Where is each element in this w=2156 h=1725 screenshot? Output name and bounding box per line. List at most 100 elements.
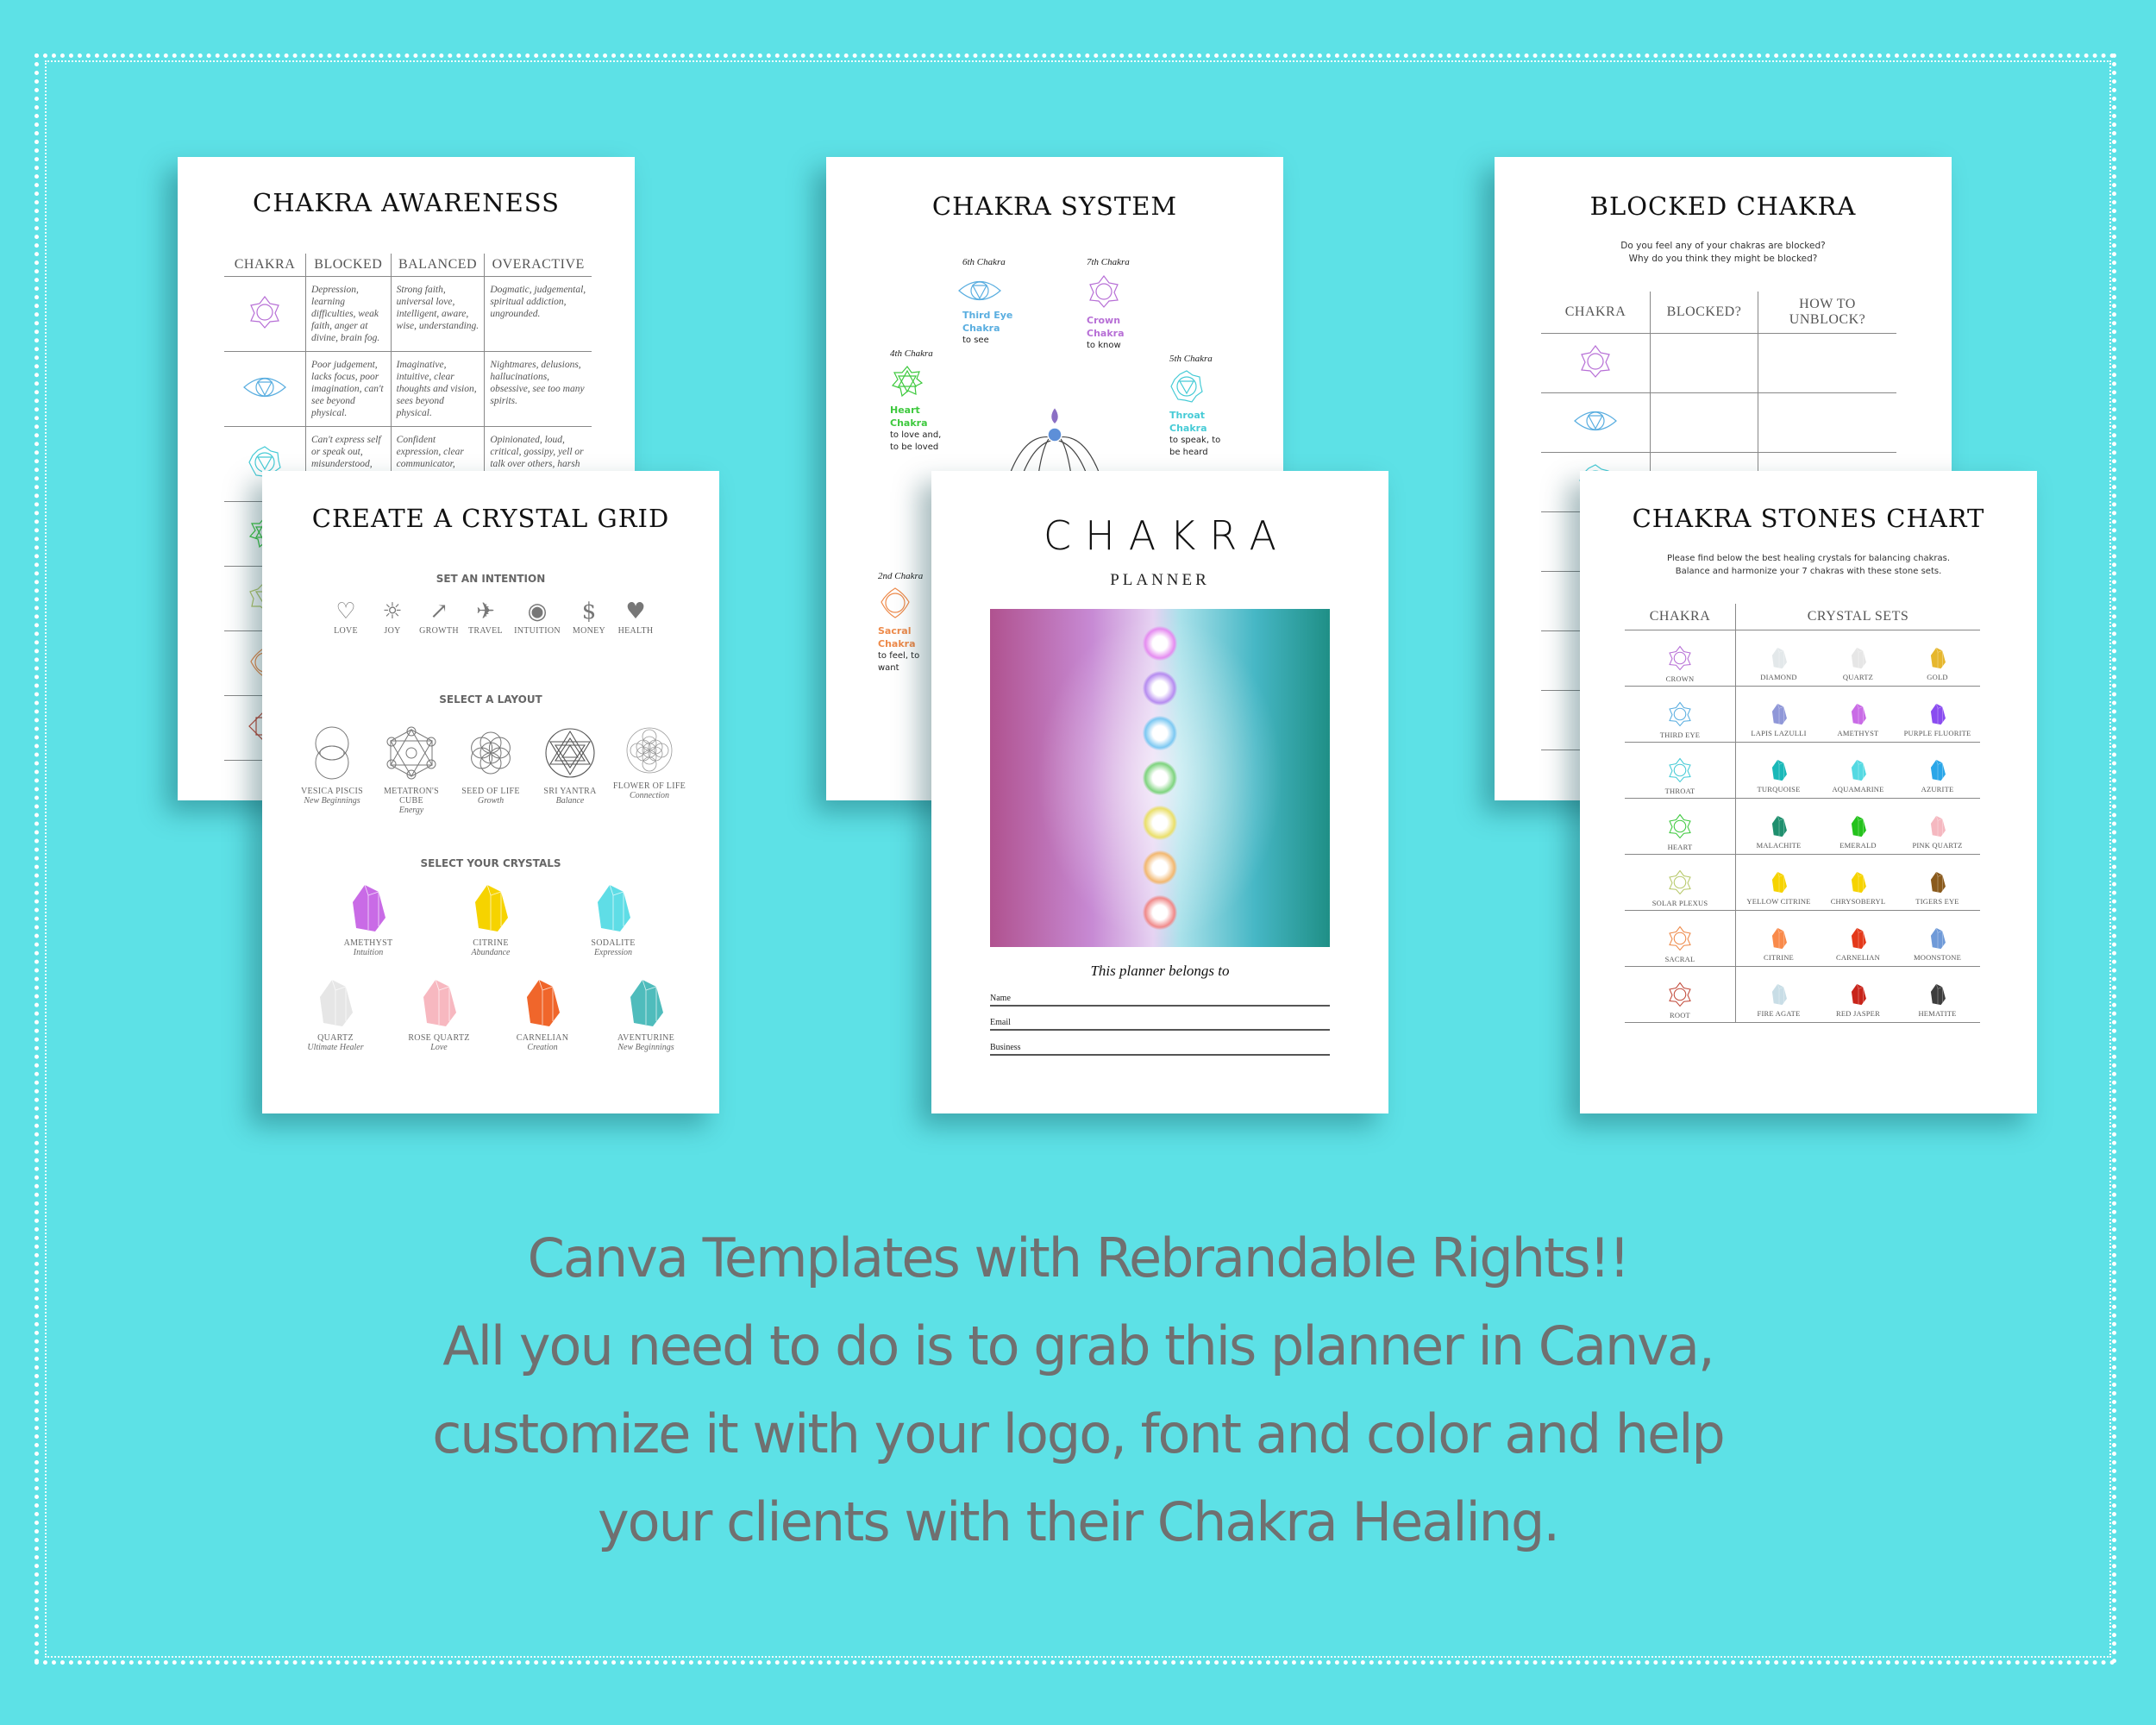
stone-gem-icon [1845, 647, 1872, 669]
page-chakra-stones-chart: CHAKRA STONES CHART Please find below th… [1580, 471, 2037, 1113]
business-field[interactable]: Business [990, 1043, 1330, 1056]
email-field[interactable]: Email [990, 1018, 1330, 1031]
layout-flower-of-life[interactable]: FLOWER OF LIFE Connection [611, 726, 687, 815]
unblock-input-cell[interactable] [1758, 392, 1896, 453]
crystal-gem-icon [420, 978, 458, 1028]
crystal-gem-icon [349, 883, 387, 933]
overactive-cell: Dogmatic, judgemental, spiritual addicti… [484, 276, 592, 352]
column-header: CHAKRA [1541, 292, 1651, 334]
heart-icon: ♡ [335, 599, 356, 624]
belongs-to-label: This planner belongs to [1090, 963, 1230, 979]
table-row: Poor judgement, lacks focus, poor imagin… [224, 351, 592, 427]
stone-item: DIAMOND [1739, 647, 1819, 681]
chakra-number: 7th Chakra [1087, 257, 1130, 267]
crystal-item[interactable]: CARNELIAN Creation [491, 978, 594, 1052]
cover-title: CHAKRA [1044, 512, 1290, 559]
stone-item: EMERALD [1819, 815, 1898, 850]
column-header: CRYSTAL SETS [1735, 604, 1980, 630]
stone-item: CHRYSOBERYL [1819, 871, 1898, 906]
stone-label: QUARTZ [1842, 673, 1874, 681]
stone-item: FIRE AGATE [1739, 983, 1819, 1018]
seed-of-life-icon [471, 731, 511, 775]
column-header: HOW TO UNBLOCK? [1758, 292, 1896, 334]
crystal-gem-icon [317, 978, 354, 1028]
stone-item: CARNELIAN [1819, 927, 1898, 962]
chakra-orb [1143, 716, 1177, 750]
chakra-desc: to feel, to want [878, 651, 920, 673]
blocked-input-cell[interactable] [1650, 333, 1758, 393]
chakra-label: HEART [1667, 843, 1693, 851]
stone-label: CITRINE [1764, 953, 1794, 962]
intention-intuition[interactable]: ◉ INTUITION [511, 597, 563, 636]
crystal-item[interactable]: AVENTURINE New Beginnings [594, 978, 698, 1052]
page-title: CHAKRA SYSTEM [931, 191, 1178, 221]
table-row: CROWN DIAMOND QUARTZ GOLD [1625, 630, 1980, 687]
intention-love[interactable]: ♡ LOVE [325, 597, 367, 636]
cover-subtitle: PLANNER [1110, 571, 1210, 589]
chakra-number: 5th Chakra [1169, 354, 1213, 364]
crystal-row: QUARTZ Ultimate Healer ROSE QUARTZ Love CARN… [262, 978, 719, 1052]
stone-item: AMETHYST [1819, 703, 1898, 737]
chakra-orb [1143, 626, 1177, 661]
intention-health[interactable]: ♥ HEALTH [615, 597, 656, 636]
intention-label: JOY [384, 626, 401, 636]
chakra-symbol-icon [1669, 982, 1691, 1007]
crystal-sub: Creation [527, 1043, 558, 1052]
crystal-item[interactable]: QUARTZ Ultimate Healer [284, 978, 387, 1052]
crystal-item[interactable]: AMETHYST Intuition [317, 883, 420, 957]
crystal-row: AMETHYST Intuition CITRINE Abundance SODALIT… [262, 883, 719, 957]
layout-label: VESICA PISCIS [301, 787, 363, 796]
layout-vesica-piscis[interactable]: VESICA PISCIS New Beginnings [294, 726, 370, 815]
crystal-item[interactable]: CITRINE Abundance [439, 883, 542, 957]
stone-label: YELLOW CITRINE [1746, 897, 1811, 906]
stone-gem-icon [1924, 927, 1952, 950]
intention-money[interactable]: $ MONEY [568, 597, 610, 636]
layout-sub: Connection [629, 791, 670, 800]
intention-travel[interactable]: ✈ TRAVEL [465, 597, 506, 636]
chakra-orb [1143, 850, 1177, 885]
chakra-symbol-icon [1669, 645, 1691, 671]
page-subtitle: Please find below the best healing cryst… [1580, 552, 2037, 578]
column-header: BLOCKED [305, 254, 392, 277]
chakra-orb [1143, 806, 1177, 840]
stone-label: AZURITE [1921, 785, 1954, 794]
layout-seed-of-life[interactable]: SEED OF LIFE Growth [453, 726, 529, 815]
blocked-input-cell[interactable] [1650, 392, 1758, 453]
chakra-desc: to know [1087, 341, 1121, 350]
chakra-name: Crown Chakra [1087, 315, 1125, 339]
chakra-number: 4th Chakra [890, 348, 933, 359]
stone-label: FIRE AGATE [1757, 1009, 1801, 1018]
chakra-name: Sacral Chakra [878, 625, 916, 649]
layout-metatrons-cube[interactable]: METATRON'S CUBE Energy [373, 726, 449, 815]
stone-item: MALACHITE [1739, 815, 1819, 850]
stone-gem-icon [1765, 647, 1793, 669]
crystal-item[interactable]: SODALITE Expression [561, 883, 665, 957]
chakra-label: SACRAL [1664, 955, 1695, 963]
intention-row: ♡ LOVE ☼ JOY ↗ GROWTH ✈ TRAVEL ◉ INTUITION $ M… [262, 597, 719, 636]
sacral-chakra-icon [881, 587, 910, 618]
chakra-number: 6th Chakra [962, 257, 1006, 267]
chakra-symbol-icon [1669, 925, 1691, 951]
eye-icon: ◉ [527, 599, 548, 624]
stone-label: CARNELIAN [1836, 953, 1880, 962]
crystal-sub: Abundance [471, 948, 511, 957]
stone-item: RED JASPER [1819, 983, 1898, 1018]
layout-row: VESICA PISCIS New Beginnings METATRON'S C… [262, 726, 719, 815]
table-row: Depression, learning difficulties, weak … [224, 276, 592, 352]
chakra-orb [1143, 761, 1177, 795]
intention-growth[interactable]: ↗ GROWTH [418, 597, 460, 636]
intention-joy[interactable]: ☼ JOY [372, 597, 413, 636]
name-field[interactable]: Name [990, 994, 1330, 1007]
table-row: ROOT FIRE AGATE RED JASPER HEMATITE [1625, 966, 1980, 1023]
crystal-label: CARNELIAN [516, 1033, 569, 1043]
stone-gem-icon [1845, 927, 1872, 950]
stone-gem-icon [1765, 927, 1793, 950]
stone-gem-icon [1845, 983, 1872, 1006]
layout-sri-yantra[interactable]: SRI YANTRA Balance [532, 726, 608, 815]
crystal-item[interactable]: ROSE QUARTZ Love [387, 978, 491, 1052]
unblock-input-cell[interactable] [1758, 333, 1896, 393]
crystal-sub: Expression [593, 948, 633, 957]
crown-chakra-icon [250, 296, 279, 329]
intention-label: LOVE [334, 626, 358, 636]
chakra-label: SOLAR PLEXUS [1651, 899, 1708, 907]
